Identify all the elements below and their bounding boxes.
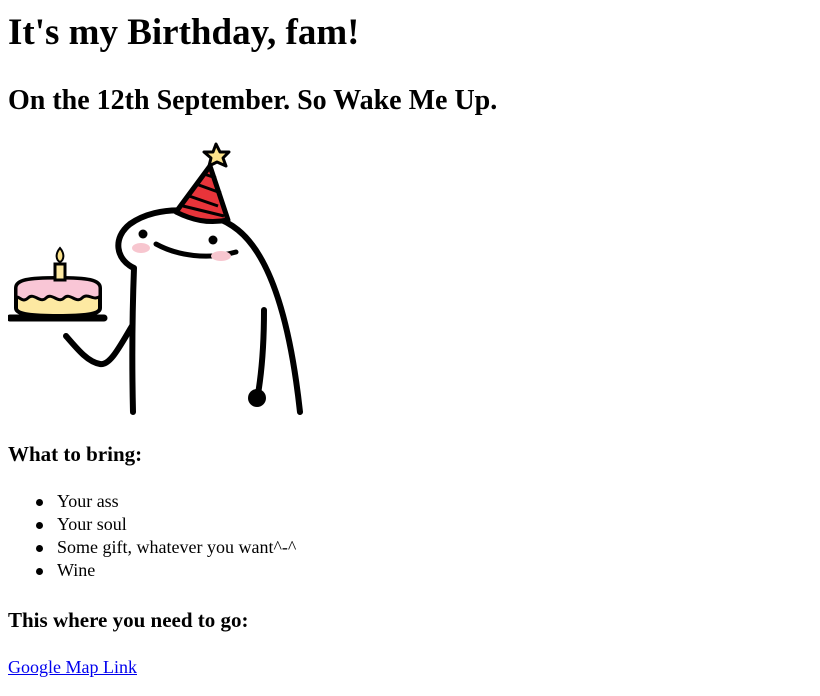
page-subtitle: On the 12th September. So Wake Me Up. [8, 85, 498, 116]
bring-list: Your ass Your soul Some gift, whatever y… [8, 490, 296, 582]
list-item: Some gift, whatever you want^-^ [8, 536, 296, 559]
character-blush-left [132, 243, 150, 253]
party-hat-icon [173, 142, 231, 225]
what-to-bring-heading: What to bring: [8, 442, 143, 466]
character-eye-right [208, 235, 218, 245]
bullet-icon [36, 499, 43, 506]
page-title: It's my Birthday, fam! [8, 12, 360, 53]
bullet-icon [36, 568, 43, 575]
list-item-label: Your soul [57, 514, 127, 534]
bullet-icon [36, 522, 43, 529]
character-holding-arm [63, 323, 135, 367]
location-heading: This where you need to go: [8, 608, 249, 632]
birthday-illustration [8, 142, 303, 415]
list-item: Your ass [8, 490, 296, 513]
list-item-label: Wine [57, 560, 96, 580]
character-blush-right [211, 251, 231, 261]
character-hand [248, 389, 266, 407]
birthday-cake-icon [8, 246, 108, 322]
bullet-icon [36, 545, 43, 552]
list-item: Wine [8, 559, 296, 582]
character-eye-left [138, 229, 148, 239]
google-map-link[interactable]: Google Map Link [8, 656, 137, 679]
list-item-label: Some gift, whatever you want^-^ [57, 537, 297, 557]
list-item-label: Your ass [57, 491, 119, 511]
list-item: Your soul [8, 513, 296, 536]
